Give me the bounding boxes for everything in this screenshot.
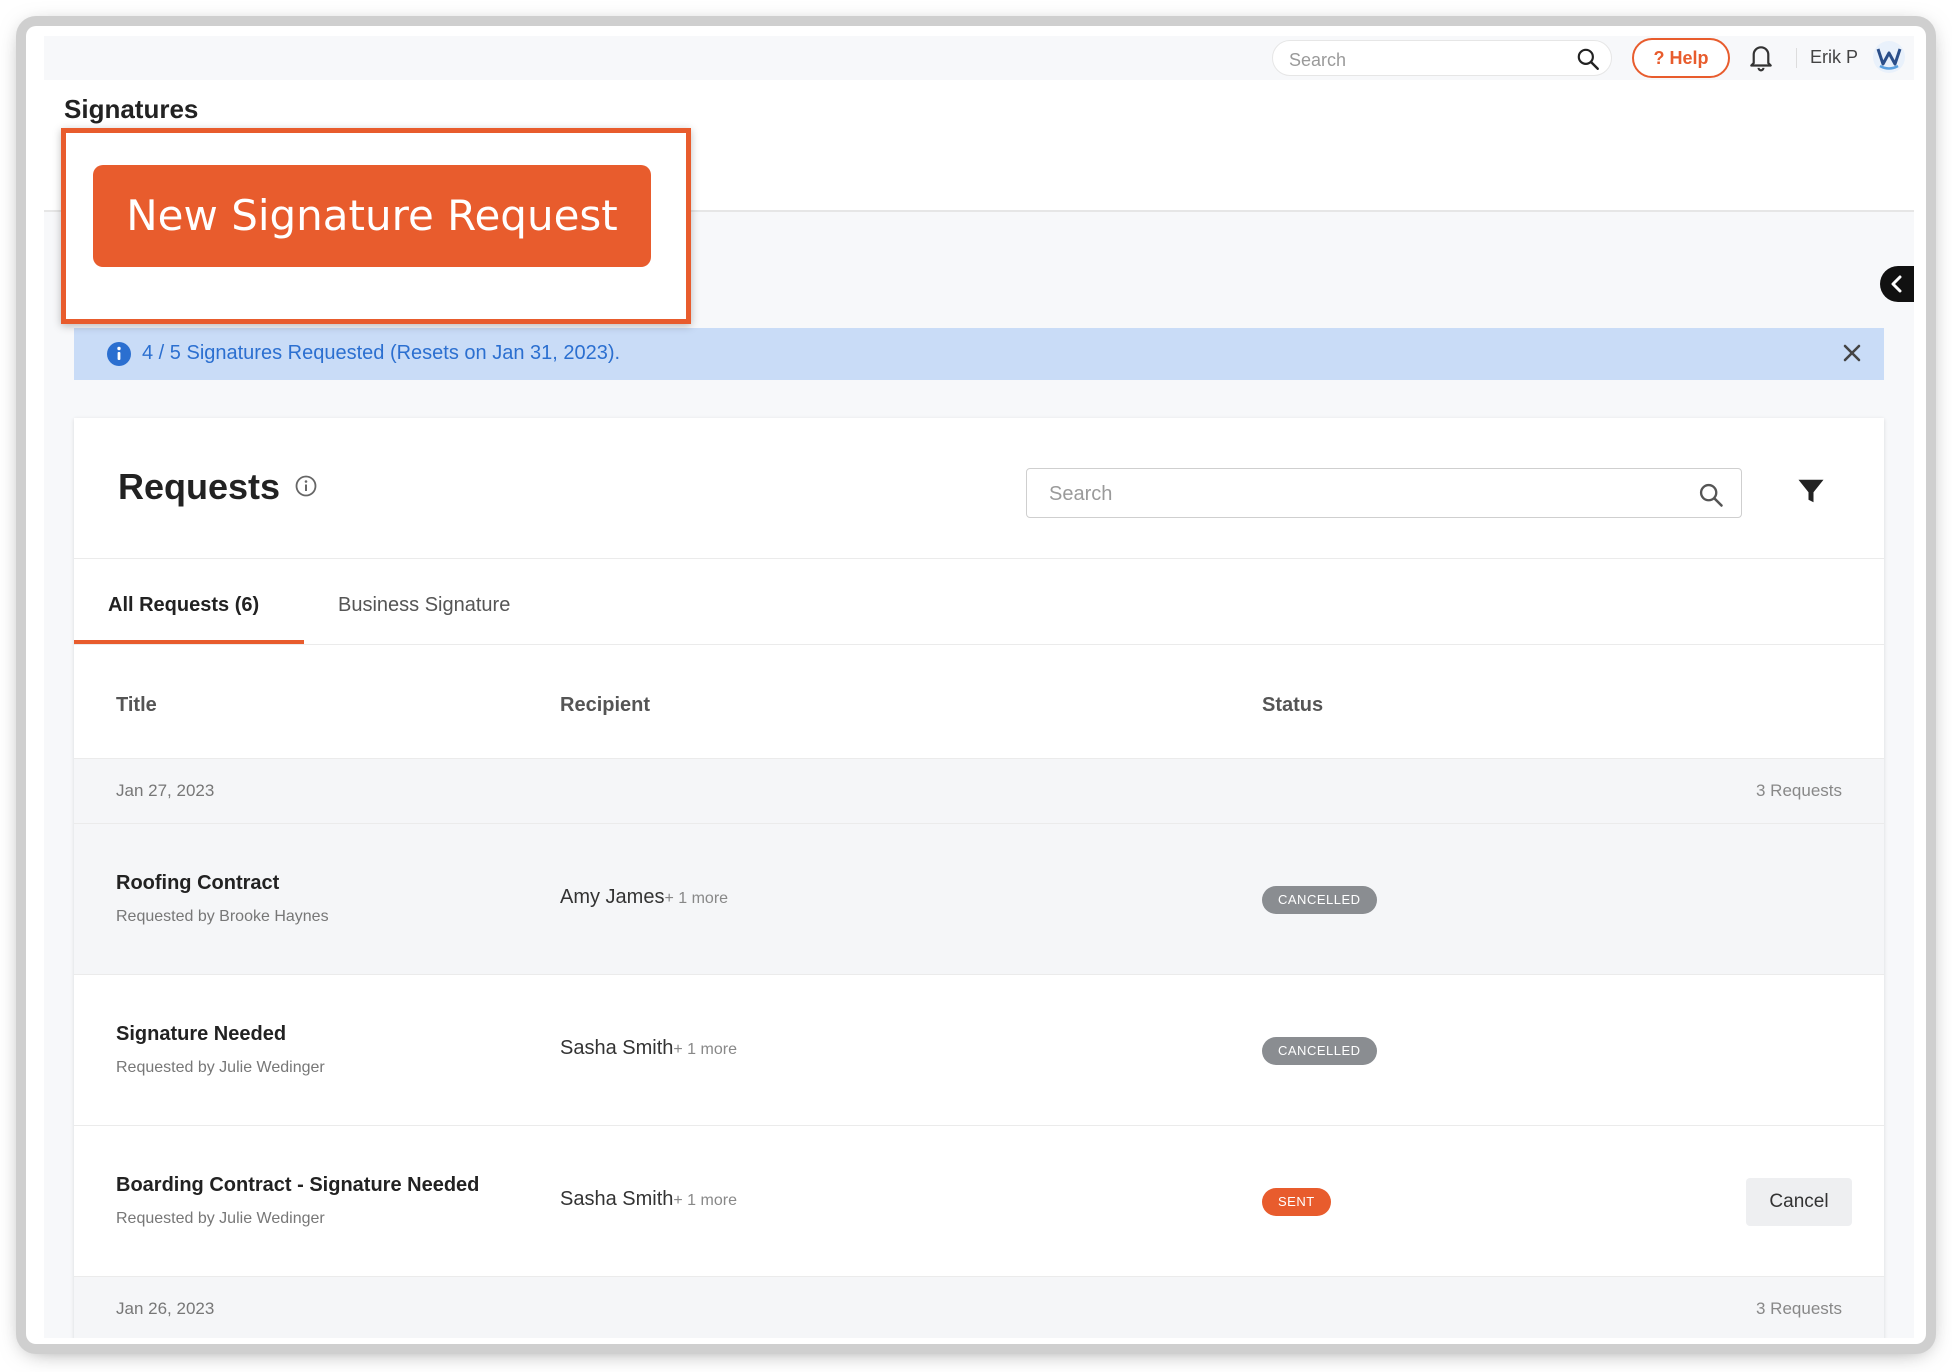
- column-header-status[interactable]: Status: [1262, 694, 1323, 717]
- group-count: 3 Requests: [1756, 781, 1842, 800]
- requests-search-input[interactable]: Search: [1026, 468, 1742, 518]
- collapse-panel-button[interactable]: [1880, 266, 1914, 302]
- tab-all-requests[interactable]: All Requests (6): [108, 594, 259, 617]
- date-group-header: Jan 27, 2023 3 Requests: [74, 759, 1884, 823]
- requests-title: Requests: [118, 466, 281, 507]
- tab-business-signature[interactable]: Business Signature: [338, 594, 510, 617]
- column-header-title[interactable]: Title: [116, 694, 157, 717]
- requested-by: Requested by Julie Wedinger: [116, 1059, 325, 1076]
- info-outline-icon[interactable]: [294, 474, 318, 503]
- search-icon[interactable]: [1575, 46, 1601, 77]
- topbar-divider: [1796, 48, 1797, 68]
- usage-banner-text: 4 / 5 Signatures Requested (Resets on Ja…: [142, 342, 621, 364]
- recipient-name: Sasha Smith: [560, 1037, 674, 1059]
- status-badge: CANCELLED: [1262, 886, 1377, 914]
- recipient-more[interactable]: + 1 more: [673, 1041, 737, 1058]
- request-title[interactable]: Roofing Contract: [116, 872, 279, 895]
- recipient-more[interactable]: + 1 more: [664, 890, 728, 907]
- table-row[interactable]: Boarding Contract - Signature Needed Req…: [74, 1126, 1884, 1276]
- new-request-highlight: New Signature Request: [61, 128, 691, 324]
- help-button[interactable]: ? Help: [1632, 38, 1730, 78]
- request-title[interactable]: Signature Needed: [116, 1023, 286, 1046]
- close-icon[interactable]: [1840, 341, 1864, 370]
- card-divider: [74, 558, 1884, 559]
- requested-by: Requested by Brooke Haynes: [116, 908, 329, 925]
- group-count: 3 Requests: [1756, 1299, 1842, 1318]
- filter-icon[interactable]: [1796, 476, 1826, 511]
- usage-banner: 4 / 5 Signatures Requested (Resets on Ja…: [74, 328, 1884, 380]
- app-screen: Search ? Help Erik P Signatures 4 / 5 Si…: [44, 36, 1914, 1338]
- requested-by: Requested by Julie Wedinger: [116, 1210, 325, 1227]
- column-header-recipient[interactable]: Recipient: [560, 694, 650, 717]
- requests-search-placeholder: Search: [1049, 483, 1113, 505]
- cancel-request-button[interactable]: Cancel: [1746, 1178, 1852, 1226]
- requests-card: Requests Search All Requests (6) Busines…: [74, 418, 1884, 1338]
- table-row[interactable]: Roofing Contract Requested by Brooke Hay…: [74, 824, 1884, 974]
- page-title: Signatures: [64, 94, 199, 124]
- group-date: Jan 27, 2023: [116, 781, 215, 800]
- request-title[interactable]: Boarding Contract - Signature Needed: [116, 1174, 479, 1197]
- info-icon: [106, 341, 132, 372]
- bell-icon[interactable]: [1746, 40, 1776, 79]
- recipient-name: Sasha Smith: [560, 1188, 674, 1210]
- status-badge: SENT: [1262, 1188, 1331, 1216]
- new-signature-request-button[interactable]: New Signature Request: [93, 165, 651, 267]
- recipient: Sasha Smith+ 1 more: [560, 1037, 737, 1060]
- date-group-header: Jan 26, 2023 3 Requests: [74, 1277, 1884, 1338]
- tabs-divider: [74, 644, 1884, 645]
- user-name[interactable]: Erik P: [1810, 47, 1858, 68]
- search-icon[interactable]: [1697, 481, 1725, 514]
- group-date: Jan 26, 2023: [116, 1299, 215, 1318]
- recipient-more[interactable]: + 1 more: [673, 1192, 737, 1209]
- recipient: Sasha Smith+ 1 more: [560, 1188, 737, 1211]
- table-row[interactable]: Signature Needed Requested by Julie Wedi…: [74, 975, 1884, 1125]
- status-badge: CANCELLED: [1262, 1037, 1377, 1065]
- top-bar: Search ? Help Erik P: [44, 36, 1914, 80]
- recipient-name: Amy James: [560, 886, 665, 908]
- recipient: Amy James+ 1 more: [560, 886, 728, 909]
- chevron-left-icon: [1891, 275, 1902, 293]
- avatar[interactable]: [1872, 40, 1906, 74]
- global-search-input[interactable]: Search: [1272, 40, 1612, 76]
- global-search-placeholder: Search: [1289, 50, 1347, 70]
